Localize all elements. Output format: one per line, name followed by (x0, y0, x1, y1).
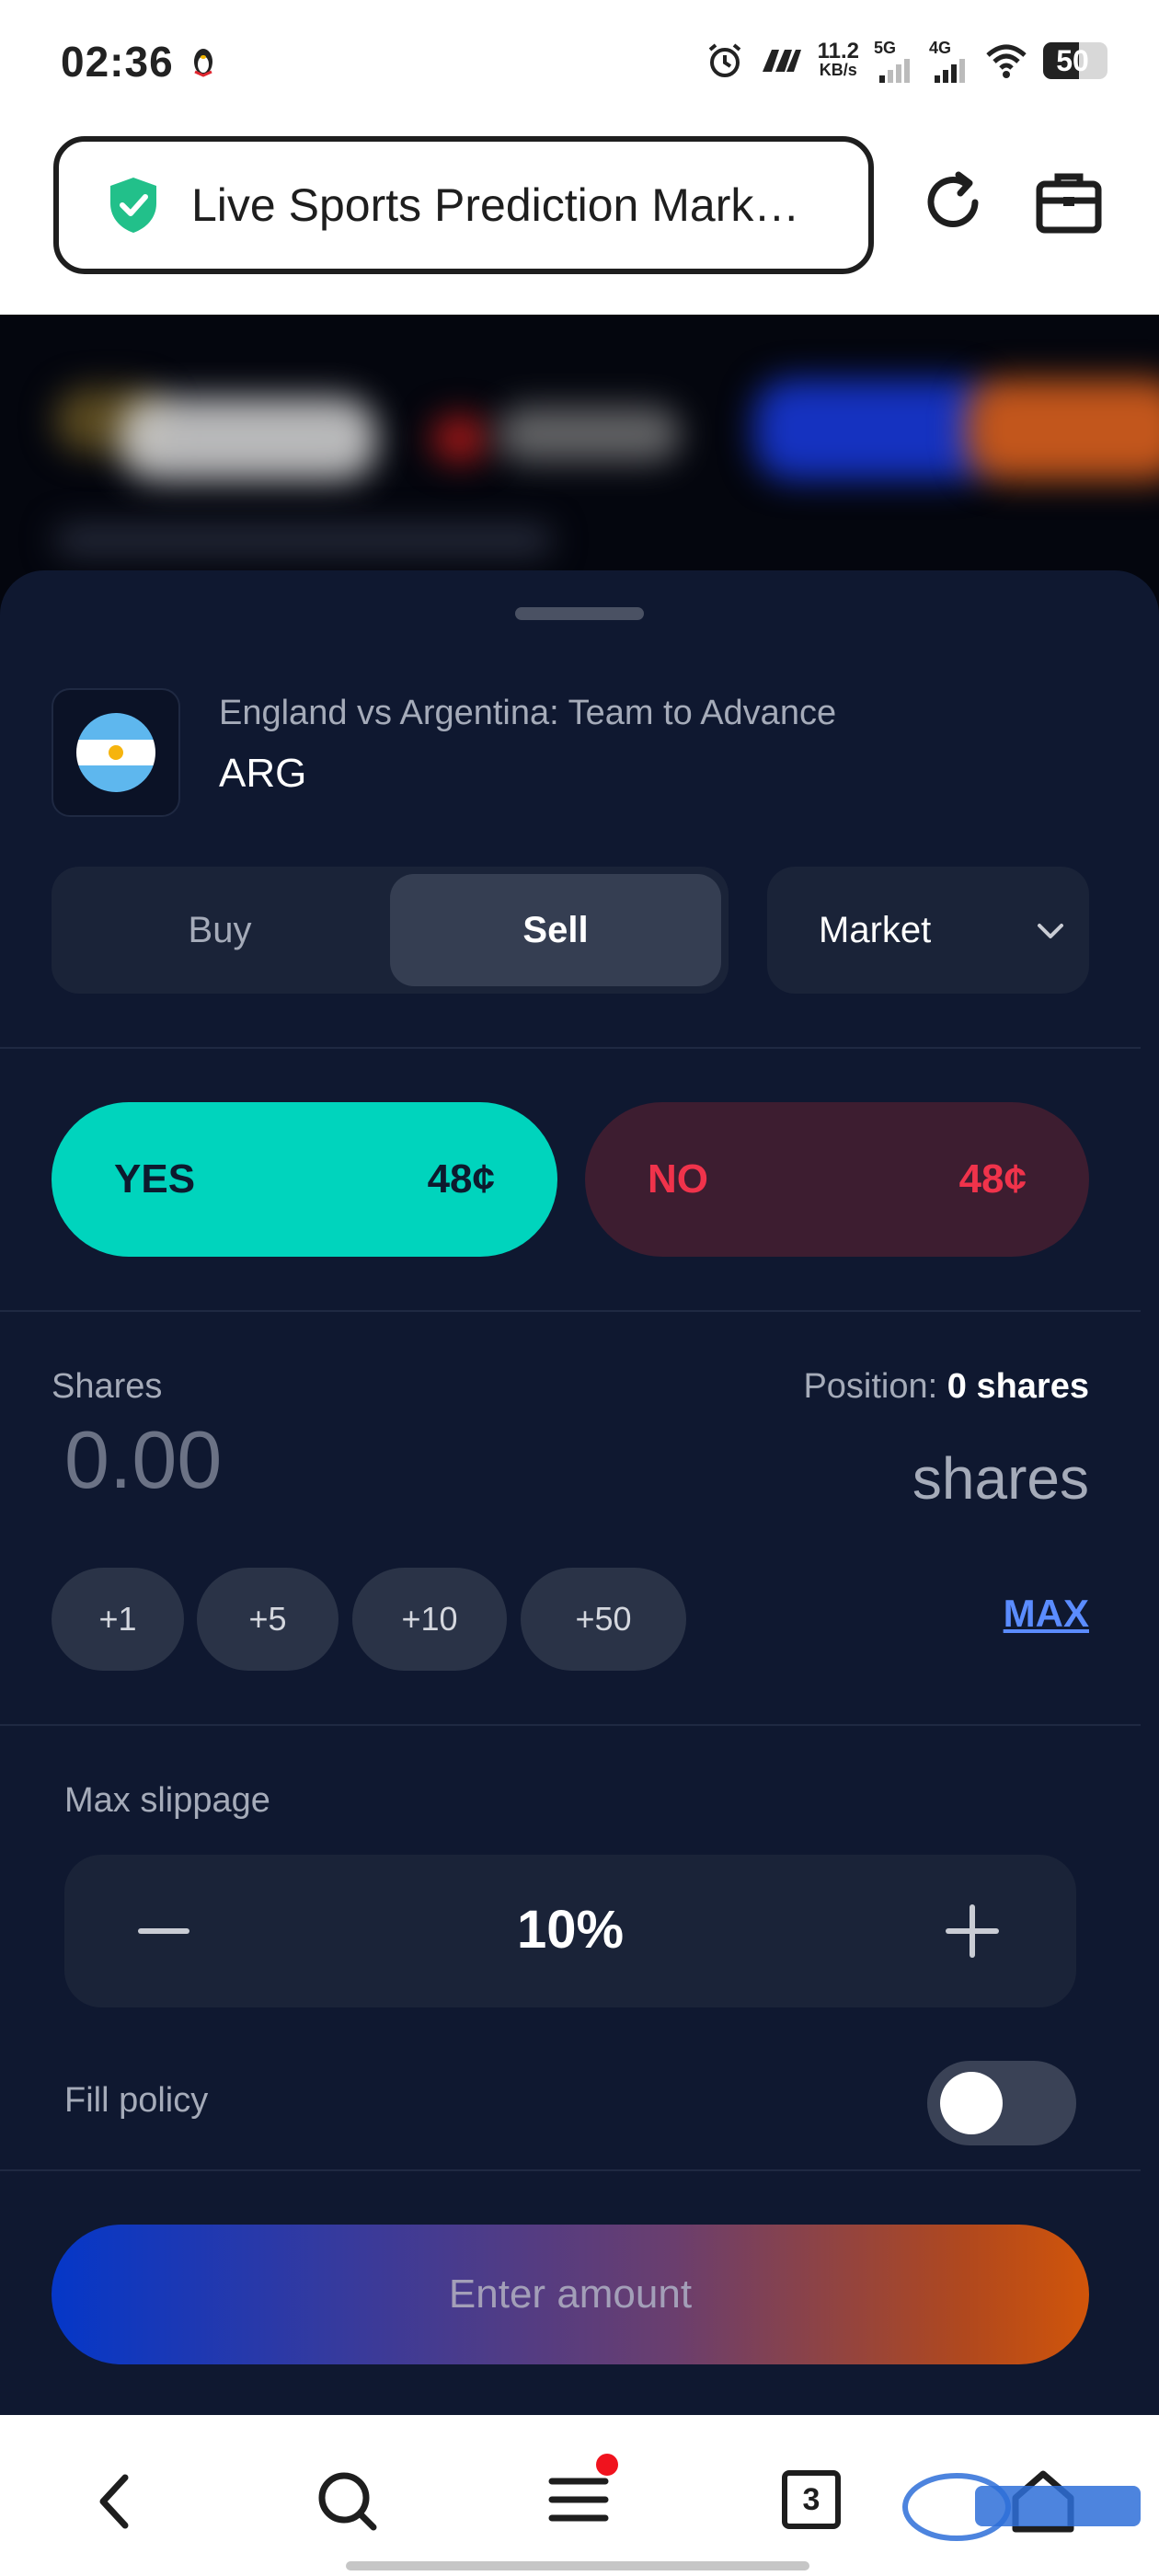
quick-add-50-button[interactable]: +50 (521, 1568, 686, 1671)
signal-sim1-label: 5G (874, 39, 897, 57)
wifi-icon (986, 44, 1027, 78)
network-speed: 11.2 KB/s (817, 39, 859, 80)
quick-add-10-button[interactable]: +10 (352, 1568, 507, 1671)
fill-policy-toggle[interactable] (927, 2061, 1076, 2145)
quick-add-1-button[interactable]: +1 (52, 1568, 184, 1671)
tabs-icon[interactable]: 3 (782, 2470, 841, 2529)
order-type-value: Market (819, 909, 932, 950)
page-title: Live Sports Prediction Mark… (191, 179, 800, 231)
app-notification-icon (762, 50, 801, 72)
signal-sim2-label: 4G (929, 39, 952, 57)
argentina-flag-icon (76, 713, 155, 792)
shares-label: Shares (52, 1367, 163, 1406)
divider (0, 1724, 1141, 1726)
divider (0, 1047, 1141, 1049)
max-button[interactable]: MAX (1004, 1592, 1089, 1636)
outcome-no-label: NO (648, 1156, 708, 1202)
market-question: England vs Argentina: Team to Advance (219, 694, 837, 732)
max-slippage-label: Max slippage (64, 1781, 270, 1820)
search-icon[interactable] (313, 2467, 383, 2536)
outcome-name: ARG (219, 751, 307, 796)
slippage-stepper: 10% (64, 1855, 1076, 2007)
sheet-drag-handle[interactable] (515, 607, 644, 620)
divider (0, 1310, 1141, 1312)
position-label: Position: (803, 1367, 938, 1406)
signal-sim1-icon: 5G (874, 39, 914, 83)
order-type-select[interactable]: Market (767, 867, 1089, 994)
outcome-yes-price: 48¢ (427, 1156, 495, 1202)
refresh-icon[interactable] (918, 166, 992, 239)
outcome-yes-button[interactable]: YES 48¢ (52, 1102, 557, 1257)
outcome-avatar (52, 688, 180, 817)
chevron-down-icon (1038, 924, 1063, 938)
qq-penguin-icon (194, 49, 212, 77)
submit-order-button[interactable]: Enter amount (52, 2225, 1089, 2364)
tab-buy[interactable]: Buy (59, 874, 381, 986)
trade-sheet: England vs Argentina: Team to Advance AR… (0, 570, 1159, 2415)
outcome-yes-label: YES (114, 1156, 196, 1202)
outcome-no-price: 48¢ (958, 1156, 1027, 1202)
side-toggle: Buy Sell (52, 867, 729, 994)
battery-level: 50 (1056, 44, 1089, 77)
position-info: Position: 0 shares (803, 1367, 1089, 1407)
divider (0, 2169, 1141, 2171)
battery-icon: 50 (1043, 42, 1107, 79)
plus-icon (946, 1904, 999, 1958)
network-speed-unit: KB/s (819, 61, 857, 79)
status-indicators: 11.2 KB/s 5G 4G 50 (706, 33, 1107, 88)
menu-icon[interactable] (545, 2452, 629, 2536)
toggle-knob (940, 2072, 1003, 2134)
back-icon[interactable] (83, 2467, 153, 2536)
address-bar[interactable]: Live Sports Prediction Mark… (53, 136, 874, 274)
position-value: 0 shares (947, 1367, 1089, 1406)
shield-check-icon (110, 178, 156, 233)
shares-unit-label: shares (912, 1445, 1089, 1512)
briefcase-icon[interactable] (1032, 166, 1106, 239)
network-speed-value: 11.2 (817, 39, 859, 63)
watermark-logo (902, 2473, 1141, 2541)
shares-amount-input[interactable]: 0.00 (64, 1413, 222, 1507)
signal-sim2-icon: 4G (929, 39, 970, 83)
home-indicator[interactable] (346, 2561, 809, 2570)
tab-sell[interactable]: Sell (390, 874, 721, 986)
browser-toolbar: Live Sports Prediction Mark… (0, 129, 1159, 315)
fill-policy-label: Fill policy (64, 2081, 209, 2120)
outcome-no-button[interactable]: NO 48¢ (585, 1102, 1089, 1257)
quick-add-5-button[interactable]: +5 (197, 1568, 339, 1671)
alarm-icon (708, 43, 740, 77)
status-bar: 02:36 11.2 KB/s 5G 4G 50 (0, 0, 1159, 129)
status-time: 02:36 (61, 38, 174, 86)
